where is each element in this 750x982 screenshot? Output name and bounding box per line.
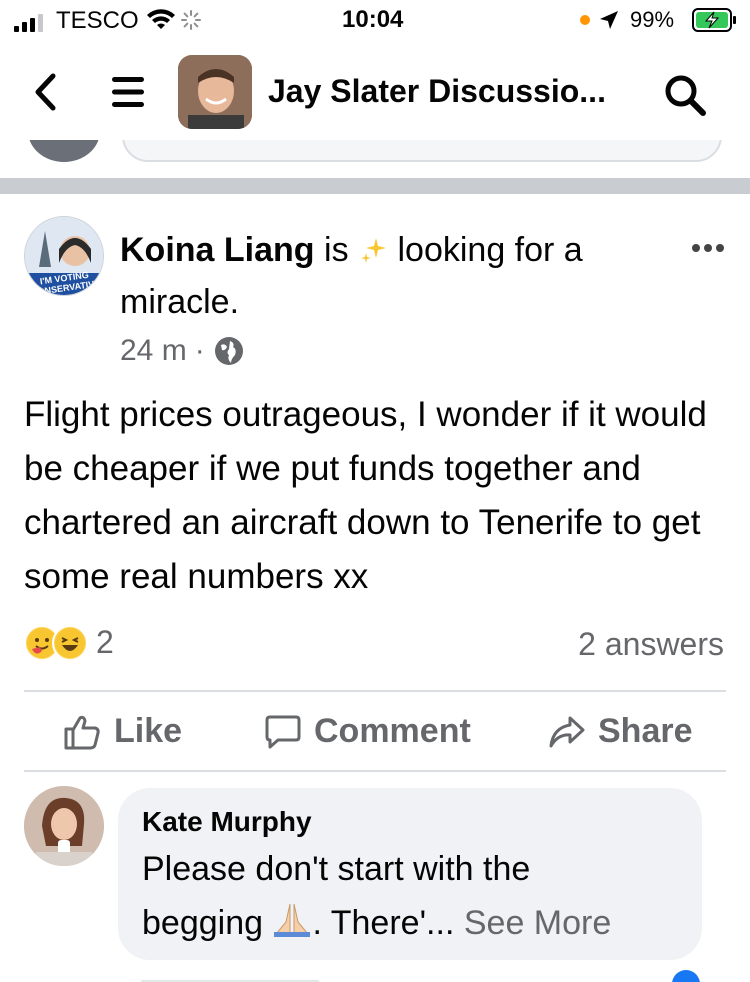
sparkles-icon [361, 238, 387, 263]
battery-percentage: 99% [630, 7, 675, 32]
see-more-link[interactable]: See More [464, 904, 611, 942]
actions-bottom-divider [24, 770, 726, 772]
post-header: Koina Liang is looking for a miracle. [120, 224, 680, 328]
comment-text-line2: begging . There'... See More [142, 896, 678, 950]
praying-hands-icon [274, 903, 311, 937]
previous-composer-strip [0, 140, 750, 180]
battery-charging-icon [692, 8, 736, 32]
like-button[interactable]: Like [62, 712, 182, 751]
group-avatar[interactable] [178, 55, 252, 129]
privacy-indicator-dot [580, 15, 590, 25]
post-meta: 24 m · [120, 334, 245, 368]
comment-bubble-icon [265, 715, 301, 748]
top-navigation-bar: Jay Slater Discussio... [0, 40, 750, 140]
comment-text-begging: begging [142, 904, 264, 942]
post-actions-bar: Like Comment Share [0, 694, 750, 772]
comment-author-name[interactable]: Kate Murphy [142, 802, 678, 842]
search-button[interactable] [662, 72, 708, 118]
menu-button[interactable] [108, 74, 148, 110]
back-button[interactable] [28, 70, 62, 114]
comment-button[interactable]: Comment [264, 712, 471, 751]
comment-text: Please don't start with the begging . Th… [142, 842, 678, 950]
wifi-icon [147, 9, 175, 29]
profile-photo-icon [24, 786, 104, 866]
share-arrow-icon [549, 716, 585, 747]
section-divider [0, 178, 750, 194]
comment-text-line1: Please don't start with the [142, 850, 531, 888]
next-comment-count-peek [640, 966, 700, 982]
post-timestamp[interactable]: 24 m [120, 334, 187, 368]
composer-avatar [28, 140, 100, 162]
globe-icon [214, 337, 243, 365]
thumbs-up-icon [64, 715, 100, 749]
more-options-button[interactable] [690, 228, 726, 262]
next-comment-peek [140, 966, 340, 982]
post-body-text: Flight prices outrageous, I wonder if it… [24, 395, 707, 596]
chevron-left-icon [35, 73, 56, 111]
search-icon [665, 75, 706, 116]
composer-input[interactable] [122, 140, 722, 162]
activity-prefix: is [324, 231, 349, 269]
comment-label: Comment [314, 712, 471, 750]
comment-text-truncated: . There'... [312, 904, 455, 942]
meta-separator: · [194, 334, 205, 367]
comment-bubble[interactable]: Kate Murphy Please don't start with the … [118, 788, 702, 960]
share-label: Share [598, 712, 693, 750]
share-button[interactable]: Share [548, 712, 693, 751]
signal-strength-icon [14, 14, 43, 32]
reaction-count: 2 [96, 624, 114, 660]
reactions-summary[interactable]: 2 [24, 624, 114, 661]
commenter-avatar[interactable] [24, 786, 104, 866]
carrier-name: TESCO [56, 7, 139, 34]
answers-count[interactable]: 2 answers [578, 626, 724, 663]
post-author-name[interactable]: Koina Liang [120, 231, 315, 269]
status-time: 10:04 [342, 6, 404, 33]
hamburger-menu-icon [112, 77, 144, 107]
status-bar: TESCO 10:04 99% [0, 0, 750, 40]
loading-spinner-icon [181, 10, 201, 30]
group-title[interactable]: Jay Slater Discussio... [268, 73, 628, 110]
more-horizontal-icon [692, 244, 724, 252]
like-label: Like [114, 712, 183, 750]
person-photo-icon [178, 55, 252, 129]
haha-reaction-icon [52, 624, 88, 661]
actions-top-divider [24, 690, 726, 692]
location-arrow-icon [600, 11, 618, 29]
post-author-avatar[interactable]: I'M VOTING CONSERVATIVE [24, 216, 104, 296]
